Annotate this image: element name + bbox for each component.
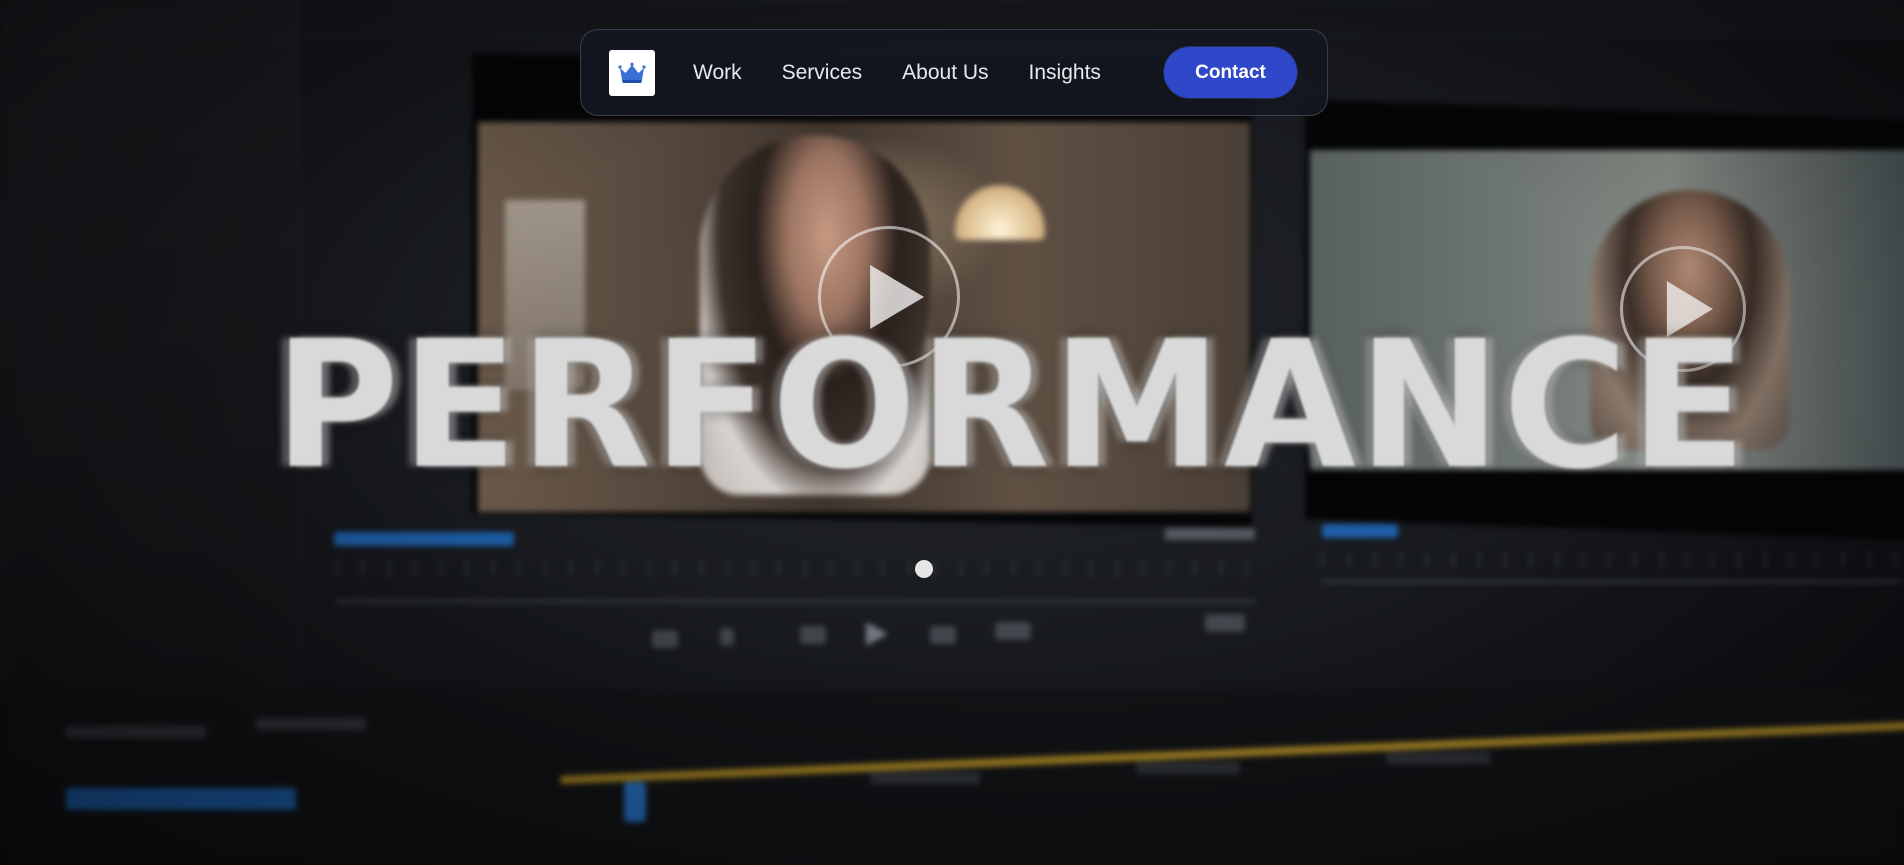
nav-link-about-us[interactable]: About Us (902, 61, 988, 85)
headline-text: PERFORMANCE (274, 303, 1749, 508)
contact-button[interactable]: Contact (1164, 47, 1297, 98)
nav-link-services[interactable]: Services (782, 61, 863, 85)
crown-icon (618, 62, 646, 83)
navbar: Work Services About Us Insights Contact (580, 29, 1328, 116)
logo-link[interactable] (609, 49, 655, 96)
nav-link-work[interactable]: Work (693, 61, 742, 85)
hero-headline: PERFORMANCE (0, 318, 1904, 494)
nav-links: Work Services About Us Insights (693, 61, 1101, 85)
carousel-dot[interactable] (915, 560, 933, 578)
nav-link-insights[interactable]: Insights (1029, 61, 1101, 85)
